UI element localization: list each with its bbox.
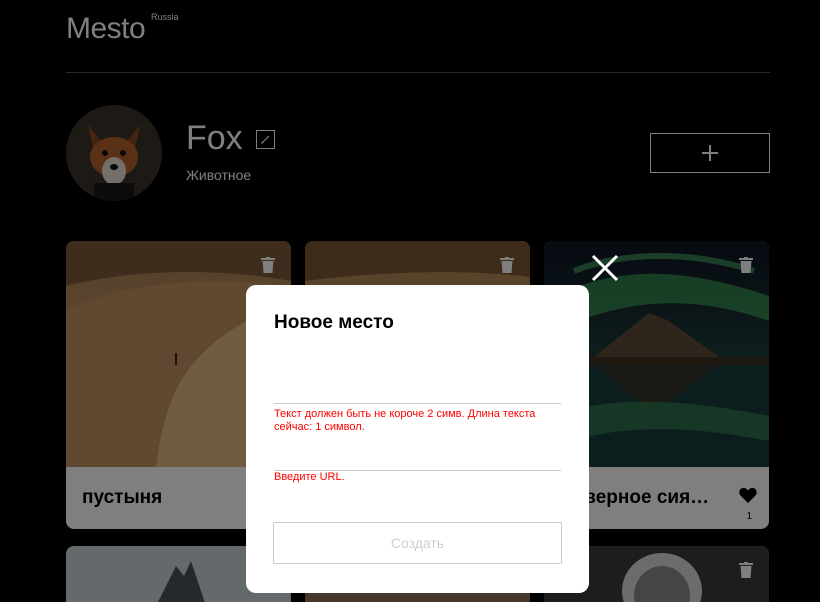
new-place-popup: Новое место Текст должен быть не короче …	[246, 285, 589, 593]
close-popup-button[interactable]	[590, 253, 620, 283]
place-name-input[interactable]	[274, 377, 561, 404]
place-link-error: Введите URL.	[274, 471, 345, 483]
create-button[interactable]: Создать	[273, 522, 562, 564]
place-name-error: Текст должен быть не короче 2 симв. Длин…	[274, 408, 536, 433]
close-icon	[591, 254, 619, 282]
place-link-input[interactable]	[274, 445, 561, 471]
popup-title: Новое место	[274, 312, 394, 333]
